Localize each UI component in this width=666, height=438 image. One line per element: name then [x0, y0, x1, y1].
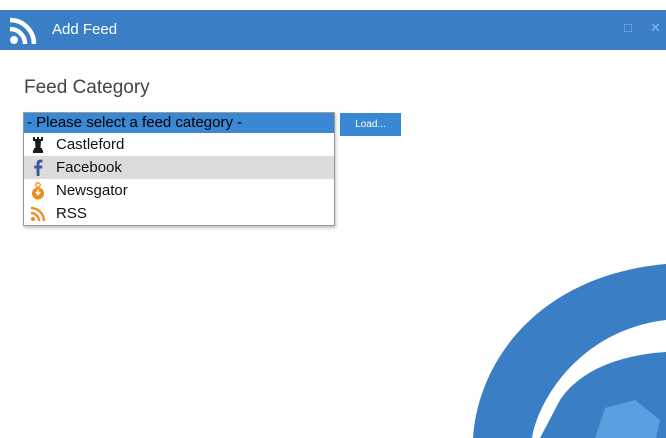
feed-category-heading: Feed Category — [24, 77, 150, 98]
title-bar: Add Feed □ ✕ — [0, 10, 666, 50]
load-button[interactable]: Load... — [340, 113, 401, 136]
option-label: RSS — [56, 205, 87, 222]
castle-rook-icon — [29, 136, 47, 154]
option-facebook[interactable]: Facebook — [24, 156, 334, 179]
close-button[interactable]: ✕ — [650, 20, 661, 36]
restore-button[interactable]: □ — [624, 20, 632, 36]
option-label: Facebook — [56, 159, 122, 176]
newsgator-icon — [29, 181, 47, 200]
option-label: Newsgator — [56, 182, 128, 199]
option-label: Castleford — [56, 136, 125, 153]
option-newsgator[interactable]: Newsgator — [24, 179, 334, 202]
dropdown-selected-value[interactable]: - Please select a feed category - — [24, 113, 334, 133]
facebook-icon — [29, 159, 47, 177]
feed-category-dropdown[interactable]: - Please select a feed category - Castle… — [23, 112, 335, 226]
rss-icon — [29, 205, 47, 223]
option-castleford[interactable]: Castleford — [24, 133, 334, 156]
option-rss[interactable]: RSS — [24, 202, 334, 225]
background-logo — [473, 264, 666, 438]
window-title: Add Feed — [52, 21, 118, 38]
rss-icon — [9, 17, 37, 45]
